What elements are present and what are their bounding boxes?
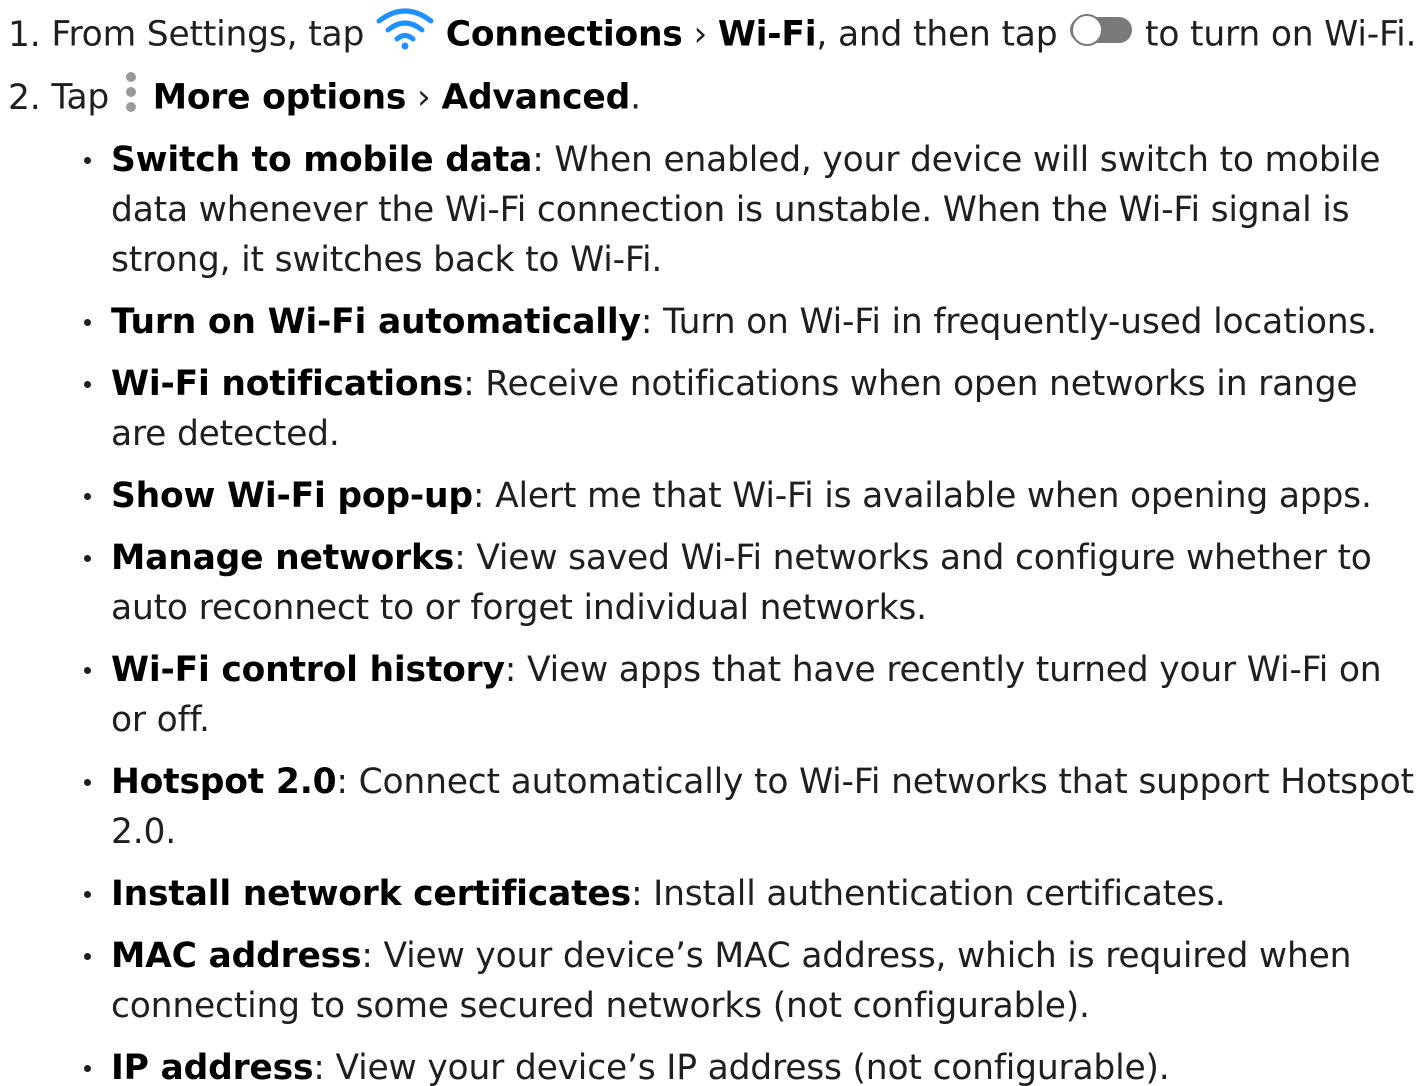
list-item: Switch to mobile data: When enabled, you… <box>0 135 1427 285</box>
step-text: Tap <box>51 77 110 118</box>
instructions-page: 1. From Settings, tap Connections › Wi-F… <box>0 0 1427 1086</box>
list-item: Hotspot 2.0: Connect automatically to Wi… <box>0 757 1427 857</box>
bullet-dot <box>84 1065 91 1072</box>
bullet-dot <box>84 319 91 326</box>
option-term: Install network certificates <box>111 874 631 914</box>
bullet-dot <box>84 555 91 562</box>
step-1: 1. From Settings, tap Connections › Wi-F… <box>8 7 1416 65</box>
wifi-label: Wi-Fi <box>717 14 817 55</box>
bullet-dot <box>84 953 91 960</box>
option-term: Wi-Fi notifications <box>111 364 464 404</box>
list-item: Manage networks: View saved Wi-Fi networ… <box>0 533 1427 633</box>
step-text: . <box>630 77 641 118</box>
step-text: to turn on Wi-Fi. <box>1145 14 1417 55</box>
step-text: From Settings, tap <box>51 14 365 55</box>
bullet-dot <box>84 667 91 674</box>
list-item: IP address: View your device’s IP addres… <box>0 1043 1427 1086</box>
option-description: : View your device’s IP address (not con… <box>313 1048 1170 1086</box>
option-term: Turn on Wi-Fi automatically <box>111 302 641 342</box>
bullet-dot <box>84 157 91 164</box>
connections-label: Connections <box>445 14 683 55</box>
option-term: Hotspot 2.0 <box>111 762 337 802</box>
list-item: Show Wi-Fi pop-up: Alert me that Wi-Fi i… <box>0 471 1427 521</box>
list-item: Wi-Fi control history: View apps that ha… <box>0 645 1427 745</box>
wifi-icon <box>375 7 435 65</box>
step-number: 2. <box>8 77 41 118</box>
option-term: MAC address <box>111 936 362 976</box>
option-term: Switch to mobile data <box>111 140 533 180</box>
step-number: 1. <box>8 14 41 55</box>
advanced-options-list: Switch to mobile data: When enabled, you… <box>0 135 1427 1086</box>
option-description: : Install authentication certificates. <box>630 874 1226 914</box>
bullet-dot <box>84 381 91 388</box>
separator-chevron: › <box>417 77 431 118</box>
step-2: 2. Tap More options › Advanced. <box>8 70 641 128</box>
bullet-dot <box>84 493 91 500</box>
more-options-label: More options <box>152 77 407 118</box>
bullet-dot <box>84 891 91 898</box>
option-term: IP address <box>111 1048 314 1086</box>
option-term: Wi-Fi control history <box>111 650 505 690</box>
option-term: Manage networks <box>111 538 455 578</box>
more-options-icon <box>120 70 142 128</box>
separator-chevron: › <box>693 14 708 55</box>
option-description: : Turn on Wi-Fi in frequently-used locat… <box>640 302 1377 342</box>
list-item: MAC address: View your device’s MAC addr… <box>0 931 1427 1031</box>
advanced-label: Advanced <box>441 77 631 118</box>
toggle-switch-icon <box>1068 11 1134 61</box>
option-description: : Alert me that Wi-Fi is available when … <box>472 476 1372 516</box>
list-item: Wi-Fi notifications: Receive notificatio… <box>0 359 1427 459</box>
bullet-dot <box>84 779 91 786</box>
step-text: , and then tap <box>816 14 1058 55</box>
list-item: Turn on Wi-Fi automatically: Turn on Wi-… <box>0 297 1427 347</box>
list-item: Install network certificates: Install au… <box>0 869 1427 919</box>
option-term: Show Wi-Fi pop-up <box>111 476 473 516</box>
